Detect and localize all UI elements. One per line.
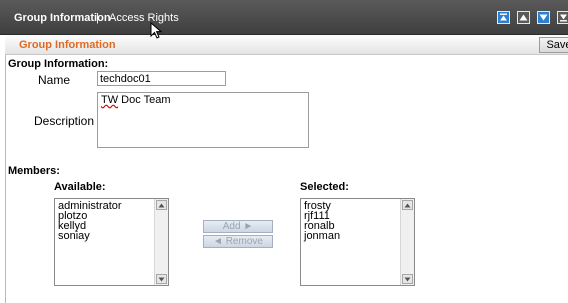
name-field[interactable] (97, 71, 226, 86)
members-heading: Members: (8, 165, 60, 177)
move-down-icon[interactable] (537, 11, 550, 24)
description-field[interactable]: TW Doc Team (97, 92, 309, 148)
description-text: Doc Team (118, 94, 171, 106)
tab-access-rights[interactable]: Access Rights (109, 12, 179, 24)
add-button[interactable]: Add ► (203, 220, 273, 233)
remove-button[interactable]: ◄ Remove (203, 235, 273, 248)
available-scrollbar[interactable] (154, 199, 168, 285)
section-header: Group Information Save (5, 35, 568, 55)
selected-list[interactable]: frosty rjf111 ronalb jonman (300, 198, 415, 286)
selected-scrollbar[interactable] (400, 199, 414, 285)
move-top-icon[interactable] (497, 11, 510, 24)
section-title: Group Information (19, 39, 116, 51)
scroll-up-icon[interactable] (402, 200, 413, 210)
available-list[interactable]: administrator plotzo kellyd soniay (54, 198, 169, 286)
description-label: Description (34, 114, 95, 128)
top-tab-bar: Group Information | Access Rights (0, 0, 568, 35)
scroll-up-icon[interactable] (156, 200, 167, 210)
list-item[interactable]: soniay (58, 231, 152, 242)
save-button[interactable]: Save (539, 37, 568, 53)
misspelled-word: TW (101, 94, 119, 106)
move-up-icon[interactable] (517, 11, 530, 24)
left-border (5, 55, 6, 303)
name-label: Name (38, 73, 71, 87)
move-bottom-icon[interactable] (557, 11, 568, 24)
selected-label: Selected: (300, 181, 349, 193)
list-item[interactable]: jonman (304, 231, 398, 242)
mouse-pointer-icon (150, 22, 162, 39)
group-information-heading: Group Information: (8, 58, 109, 70)
scroll-down-icon[interactable] (402, 274, 413, 284)
scroll-down-icon[interactable] (156, 274, 167, 284)
tab-separator: | (96, 12, 99, 24)
available-label: Available: (54, 181, 106, 193)
